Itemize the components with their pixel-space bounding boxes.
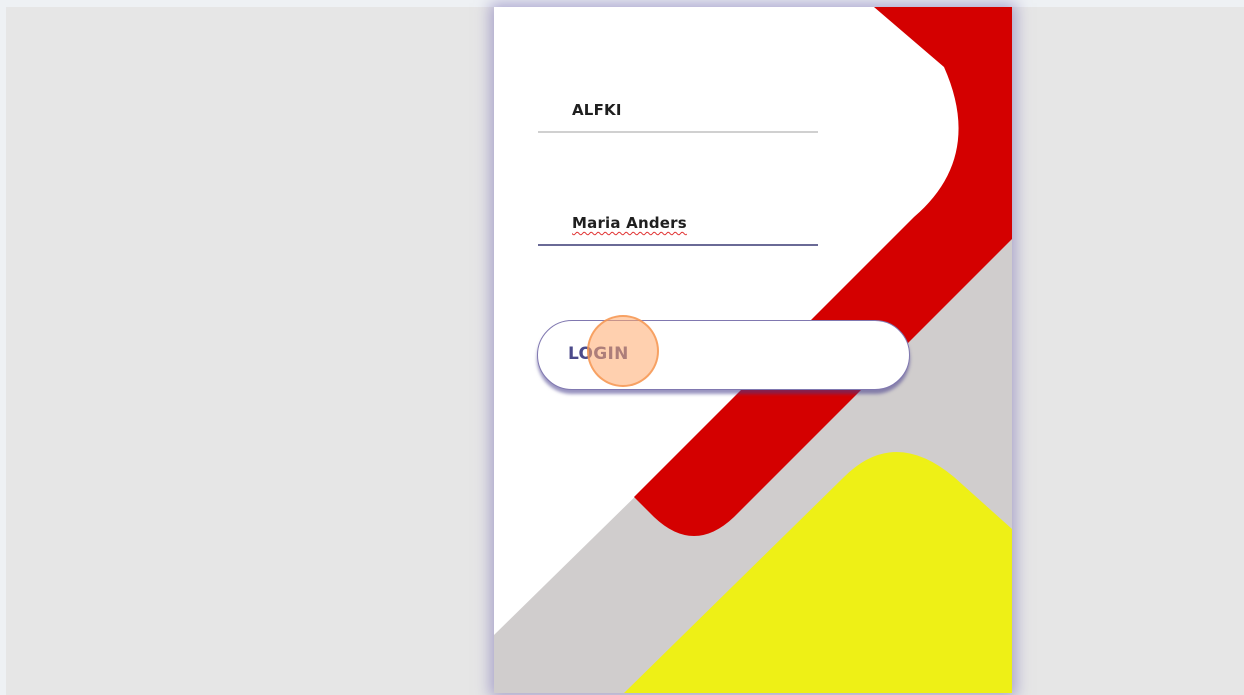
login-card: ALFKI Maria Anders LOGIN	[494, 7, 1012, 693]
username-value: ALFKI	[572, 101, 622, 119]
password-underline	[538, 244, 818, 246]
password-value: Maria Anders	[572, 214, 687, 232]
username-underline	[538, 131, 818, 133]
browser-top-strip	[0, 0, 1244, 7]
page-left-edge	[0, 7, 6, 695]
password-field[interactable]: Maria Anders	[538, 206, 818, 246]
login-button[interactable]: LOGIN	[537, 320, 910, 390]
login-button-label: LOGIN	[568, 344, 629, 364]
username-field[interactable]: ALFKI	[538, 93, 818, 133]
